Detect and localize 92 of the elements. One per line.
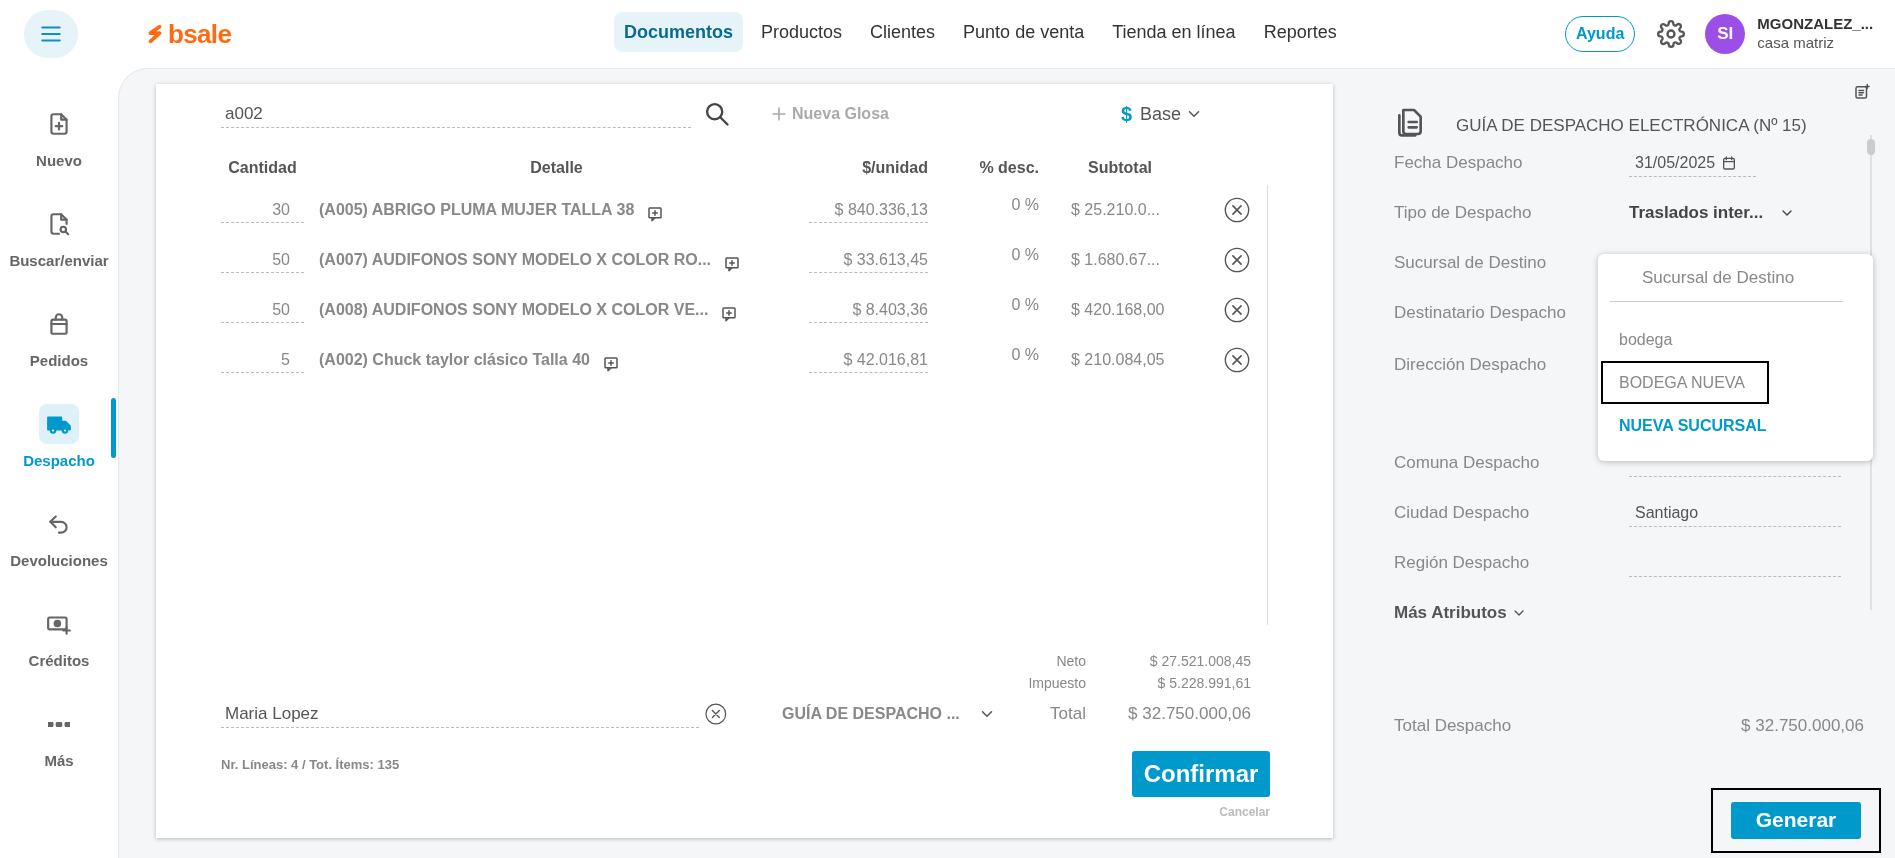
summary-label: Neto [1055,651,1086,671]
nav-tab[interactable]: Productos [751,12,853,52]
field-label: Tipo de Despacho [1394,202,1533,225]
more-attributes-toggle[interactable]: Más Atributos [1394,588,1881,638]
column-header: % desc. [978,158,1039,178]
nav-tab[interactable]: Clientes [860,12,946,52]
total-label: Total Despacho [1394,715,1512,737]
text-field[interactable]: Santiago [1629,499,1841,527]
column-header: Subtotal [1087,158,1153,178]
quantity-field[interactable]: 30 [221,197,304,223]
add-note-icon[interactable] [1853,83,1871,101]
nav-tab[interactable]: Reportes [1253,12,1347,52]
total-value: $ 32.750.000,06 [1127,703,1251,726]
unit-price-field[interactable]: $ 8.403,36 [809,297,928,323]
subtotal-value: $ 210.084,05 [1071,350,1166,370]
subtotal-value: $ 1.680.67... [1071,250,1161,270]
nav-tab[interactable]: Punto de venta [953,12,1095,52]
field-label: Comuna Despacho [1394,452,1541,475]
item-detail: (A007) AUDIFONOS SONY MODELO X COLOR RO... [319,250,712,270]
date-field[interactable]: 31/05/2025 [1629,149,1756,177]
field-label: Dirección Despacho [1394,354,1548,376]
sidebar-item[interactable]: Pedidos [0,298,118,398]
sidebar-item[interactable]: Despacho [0,398,118,498]
settings-icon[interactable] [1657,20,1686,48]
quantity-field[interactable]: 50 [221,247,304,273]
add-comment-icon[interactable] [646,205,665,223]
field-label: Sucursal de Destino [1394,252,1548,275]
column-header: Cantidad [227,158,298,178]
more-icon [48,721,70,727]
field-label: Región Despacho [1394,552,1531,575]
field-label: Ciudad Despacho [1394,502,1531,525]
subtotal-value: $ 420.168,00 [1071,300,1166,320]
dropdown-option[interactable]: bodega [1601,318,1769,361]
unit-price-field[interactable]: $ 33.613,45 [809,247,928,273]
dropdown-title: Sucursal de Destino [1642,266,1795,289]
logo-text: bsale [168,21,232,47]
search-field[interactable]: a002 [221,100,691,128]
sidebar-item[interactable]: Devoluciones [0,498,118,598]
field-label: Destinatario Despacho [1394,302,1567,325]
document-type-select[interactable]: GUÍA DE DESPACHO ... [782,702,996,726]
item-detail: (A008) AUDIFONOS SONY MODELO X COLOR VE... [319,300,709,320]
nav-tab[interactable]: Tienda en línea [1102,12,1246,52]
quantity-field[interactable]: 50 [221,297,304,323]
total-label: Total [1049,703,1086,726]
add-comment-icon[interactable] [601,355,620,373]
generate-button[interactable]: Generar [1731,801,1861,839]
sidebar-item[interactable]: Más [0,698,118,798]
selection-bar [111,398,116,458]
customer-field[interactable]: Maria Lopez [221,700,700,728]
currency-symbol: $ [1120,102,1133,127]
add-comment-icon[interactable] [723,255,742,273]
nav-tab[interactable]: Documentos [614,12,743,52]
column-header: $/unidad [861,158,928,178]
dispatch-type-select[interactable]: Traslados inter... [1629,200,1795,226]
column-header: Detalle [529,158,584,178]
discount-value: 0 % [1010,295,1039,315]
scrollbar-thumb[interactable] [1867,139,1875,155]
price-list-select[interactable]: $ Base [1120,99,1204,129]
remove-icon[interactable] [1223,296,1251,324]
subtotal-value: $ 25.210.0... [1071,200,1161,220]
line-count: Nr. Líneas: 4 / Tot. Ítems: 135 [221,756,400,774]
sidebar-item[interactable]: Buscar/enviar [0,198,118,298]
add-comment-icon[interactable] [720,305,739,323]
menu-button[interactable] [24,10,78,58]
document-title: GUÍA DE DESPACHO ELECTRÓNICA (Nº 15) [1456,114,1807,137]
field-label: Fecha Despacho [1394,152,1524,175]
remove-icon[interactable] [1223,196,1251,224]
item-detail: (A005) ABRIGO PLUMA MUJER TALLA 38 [319,200,635,220]
search-icon[interactable] [703,100,731,128]
dropdown-option[interactable]: BODEGA NUEVA [1601,361,1769,404]
summary-value: $ 27.521.008,45 [1148,651,1251,671]
discount-value: 0 % [1010,195,1039,215]
sidebar-item[interactable]: Créditos [0,598,118,698]
remove-icon[interactable] [1223,246,1251,274]
unit-price-field[interactable]: $ 42.016,81 [809,347,928,373]
sidebar-item[interactable]: Nuevo [0,98,118,198]
discount-value: 0 % [1010,345,1039,365]
branch-name: casa matriz [1757,34,1835,53]
dropdown-option[interactable]: NUEVA SUCURSAL [1601,404,1769,447]
summary-label: Impuesto [1027,673,1086,693]
remove-icon[interactable] [1223,346,1251,374]
confirm-button[interactable]: Confirmar [1132,751,1270,797]
summary-value: $ 5.228.991,61 [1156,673,1251,693]
clear-icon[interactable] [704,702,728,726]
calendar-icon [1721,154,1738,171]
item-detail: (A002) Chuck taylor clásico Talla 40 [319,350,590,370]
unit-price-field[interactable]: $ 840.336,13 [809,197,928,223]
user-name: MGONZALEZ_... [1757,15,1874,34]
discount-value: 0 % [1010,245,1039,265]
quantity-field[interactable]: 5 [221,347,304,373]
user-avatar[interactable]: SI [1705,14,1746,54]
total-value: $ 32.750.000,06 [1741,715,1864,737]
